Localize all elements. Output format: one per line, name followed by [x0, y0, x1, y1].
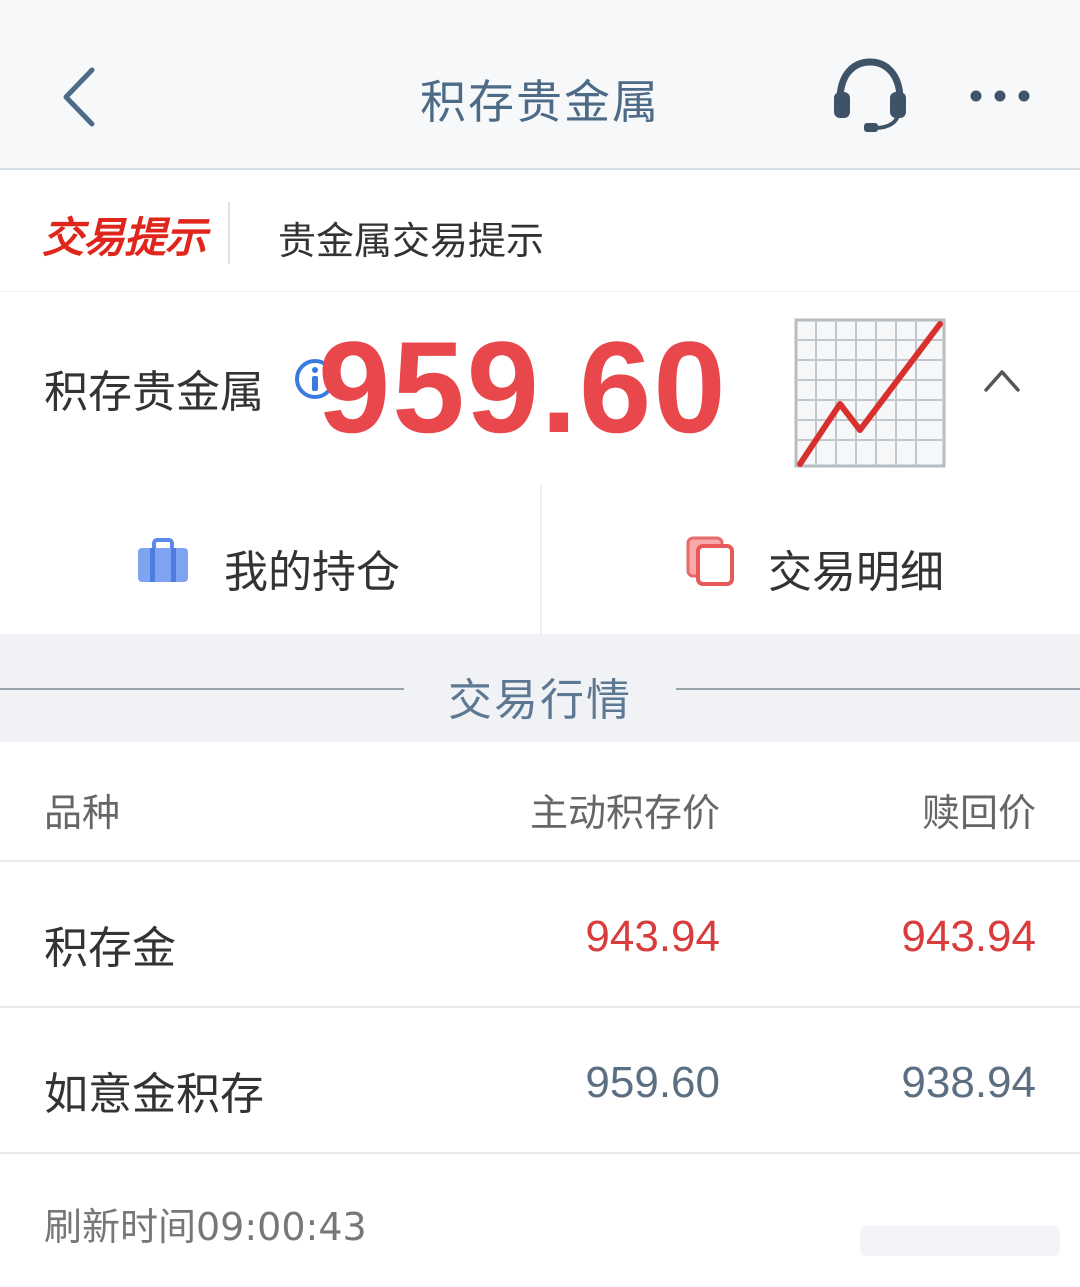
trade-details-label: 交易明细: [768, 547, 944, 598]
my-holdings-button[interactable]: 我的持仓: [0, 484, 540, 634]
trade-tip-tag: 交易提示: [42, 213, 207, 262]
table-row[interactable]: 如意金积存 959.60 938.94: [0, 1008, 1080, 1154]
market-table: 品种 主动积存价 赎回价 积存金 943.94 943.94 如意金积存 959…: [0, 742, 1080, 1154]
product-header: 积存贵金属 959.60: [0, 292, 1080, 482]
trade-tip-bar[interactable]: 交易提示 贵金属交易提示: [0, 172, 1080, 292]
column-header-redeem-price: 赎回价: [921, 791, 1036, 835]
page-title: 积存贵金属: [420, 75, 660, 129]
chart-increasing-icon: [794, 318, 946, 468]
divider: [228, 202, 230, 264]
section-title: 交易行情: [448, 675, 632, 726]
briefcase-icon: [138, 538, 188, 582]
column-header-variety: 品种: [44, 791, 121, 835]
product-name: 积存贵金属: [44, 367, 264, 418]
quick-actions: 我的持仓 交易明细: [0, 484, 1080, 634]
table-header-row: 品种 主动积存价 赎回价: [0, 742, 1080, 862]
chevron-up-icon: [984, 370, 1020, 392]
buy-price: 943.94: [585, 912, 720, 961]
redeem-price: 938.94: [901, 1058, 1036, 1107]
market-section-header: 交易行情: [0, 634, 1080, 742]
refresh-time: 刷新时间09:00:43: [44, 1205, 367, 1249]
copy-document-icon: [686, 536, 734, 586]
watermark-graphic: [860, 1226, 1060, 1256]
more-options-button[interactable]: [964, 78, 1036, 114]
trade-details-button[interactable]: 交易明细: [540, 484, 1080, 634]
column-header-buy-price: 主动积存价: [529, 791, 720, 835]
variety-name: 积存金: [44, 923, 176, 974]
variety-name: 如意金积存: [44, 1069, 264, 1120]
buy-price: 959.60: [585, 1058, 720, 1107]
more-dots-icon: [970, 90, 1030, 102]
top-navigation-bar: 积存贵金属: [0, 0, 1080, 170]
divider: [676, 688, 1080, 690]
headset-icon: [834, 58, 906, 132]
redeem-price: 943.94: [901, 912, 1036, 961]
collapse-button[interactable]: [980, 362, 1024, 398]
trade-tip-link[interactable]: 贵金属交易提示: [278, 210, 544, 265]
my-holdings-label: 我的持仓: [224, 547, 400, 598]
customer-service-button[interactable]: [828, 56, 912, 136]
overlay-price-text: 959.60: [318, 314, 728, 460]
table-row[interactable]: 积存金 943.94 943.94: [0, 862, 1080, 1008]
